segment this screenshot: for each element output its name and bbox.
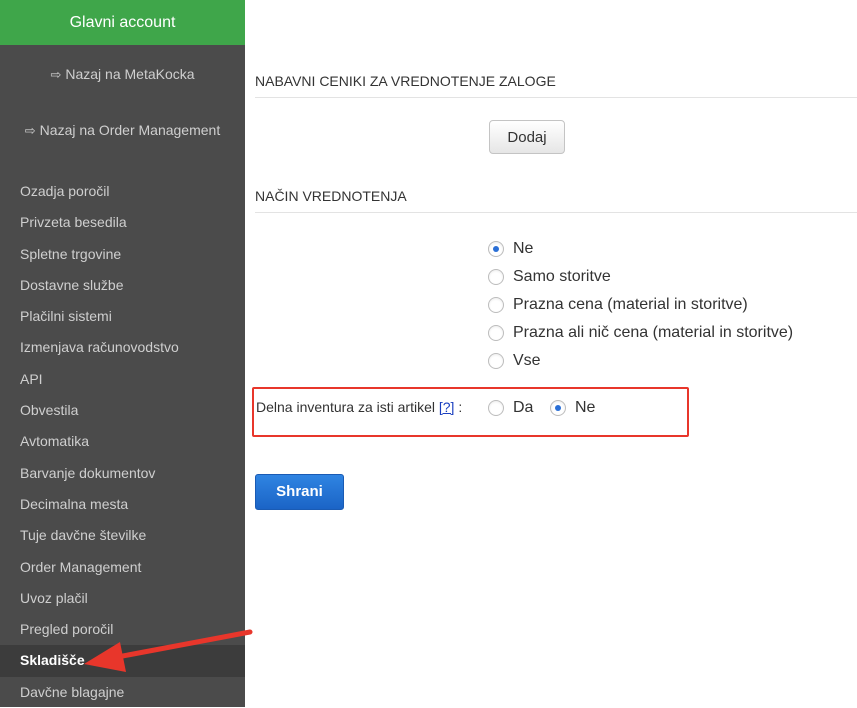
sign-out-icon: ⇨ xyxy=(50,67,62,82)
back-to-metakocka-link[interactable]: ⇨ Nazaj na MetaKocka xyxy=(0,66,245,83)
section-title-valuation-method: NAČIN VREDNOTENJA xyxy=(255,188,857,213)
sidebar-item[interactable]: Avtomatika xyxy=(0,426,245,457)
sidebar: Glavni account ⇨ Nazaj na MetaKocka ⇨ Naza… xyxy=(0,0,245,707)
sidebar-item[interactable]: Decimalna mesta xyxy=(0,489,245,520)
valuation-option[interactable]: Samo storitve xyxy=(488,266,611,288)
back-link-label: Nazaj na Order Management xyxy=(39,122,221,138)
account-label: Glavni account xyxy=(69,13,176,31)
add-button[interactable]: Dodaj xyxy=(489,120,565,154)
help-link[interactable]: [?] xyxy=(439,399,455,415)
radio-button[interactable] xyxy=(488,353,504,369)
radio-label: Vse xyxy=(513,352,541,369)
sidebar-item[interactable]: Tuje davčne številke xyxy=(0,520,245,551)
radio-label: Samo storitve xyxy=(513,268,611,285)
sidebar-item[interactable]: Izmenjava računovodstvo xyxy=(0,332,245,363)
radio-label: Ne xyxy=(575,399,596,416)
sidebar-item[interactable]: Pregled poročil xyxy=(0,614,245,645)
sign-out-icon: ⇨ xyxy=(24,123,36,138)
valuation-option[interactable]: Ne xyxy=(488,238,533,260)
sidebar-item[interactable]: Obvestila xyxy=(0,395,245,426)
sidebar-item[interactable]: Barvanje dokumentov xyxy=(0,458,245,489)
sidebar-item[interactable]: Dostavne službe xyxy=(0,270,245,301)
radio-label: Ne xyxy=(513,240,534,257)
sidebar-item[interactable]: API xyxy=(0,364,245,395)
account-switcher[interactable]: Glavni account xyxy=(0,0,245,45)
sidebar-item[interactable]: Spletne trgovine xyxy=(0,239,245,270)
sidebar-item[interactable]: Privzeta besedila xyxy=(0,207,245,238)
sidebar-nav: Ozadja poročil Privzeta besedila Spletne… xyxy=(0,176,245,708)
radio-button[interactable] xyxy=(488,297,504,313)
radio-label: Prazna ali nič cena (material in storitv… xyxy=(513,324,794,341)
back-link-label: Nazaj na MetaKocka xyxy=(65,66,195,82)
valuation-option[interactable]: Prazna ali nič cena (material in storitv… xyxy=(488,322,793,344)
radio-label: Prazna cena (material in storitve) xyxy=(513,296,748,313)
partial-inventory-text: Delna inventura za isti artikel xyxy=(256,399,435,415)
radio-button[interactable] xyxy=(488,400,504,416)
section-title-purchase-pricelists: NABAVNI CENIKI ZA VREDNOTENJE ZALOGE xyxy=(255,73,857,98)
sidebar-item[interactable]: Plačilni sistemi xyxy=(0,301,245,332)
radio-button[interactable] xyxy=(488,325,504,341)
radio-button[interactable] xyxy=(550,400,566,416)
valuation-option[interactable]: Vse xyxy=(488,350,541,372)
radio-label: Da xyxy=(513,399,534,416)
save-button[interactable]: Shrani xyxy=(255,474,344,510)
sidebar-item[interactable]: Ozadja poročil xyxy=(0,176,245,207)
sidebar-item[interactable]: Order Management xyxy=(0,552,245,583)
partial-inventory-label: Delna inventura za isti artikel [?] : xyxy=(256,399,462,415)
partial-inventory-option-da[interactable]: Da xyxy=(488,397,533,419)
radio-button[interactable] xyxy=(488,241,504,257)
sidebar-item[interactable]: Davčne blagajne xyxy=(0,677,245,708)
partial-inventory-option-ne[interactable]: Ne xyxy=(550,397,595,419)
sidebar-item[interactable]: Uvoz plačil xyxy=(0,583,245,614)
sidebar-item-active[interactable]: Skladišče xyxy=(0,645,245,677)
main-content: NABAVNI CENIKI ZA VREDNOTENJE ZALOGE Dod… xyxy=(245,0,857,707)
label-colon: : xyxy=(458,399,463,415)
radio-button[interactable] xyxy=(488,269,504,285)
back-to-order-management-link[interactable]: ⇨ Nazaj na Order Management xyxy=(0,122,245,139)
valuation-option[interactable]: Prazna cena (material in storitve) xyxy=(488,294,748,316)
